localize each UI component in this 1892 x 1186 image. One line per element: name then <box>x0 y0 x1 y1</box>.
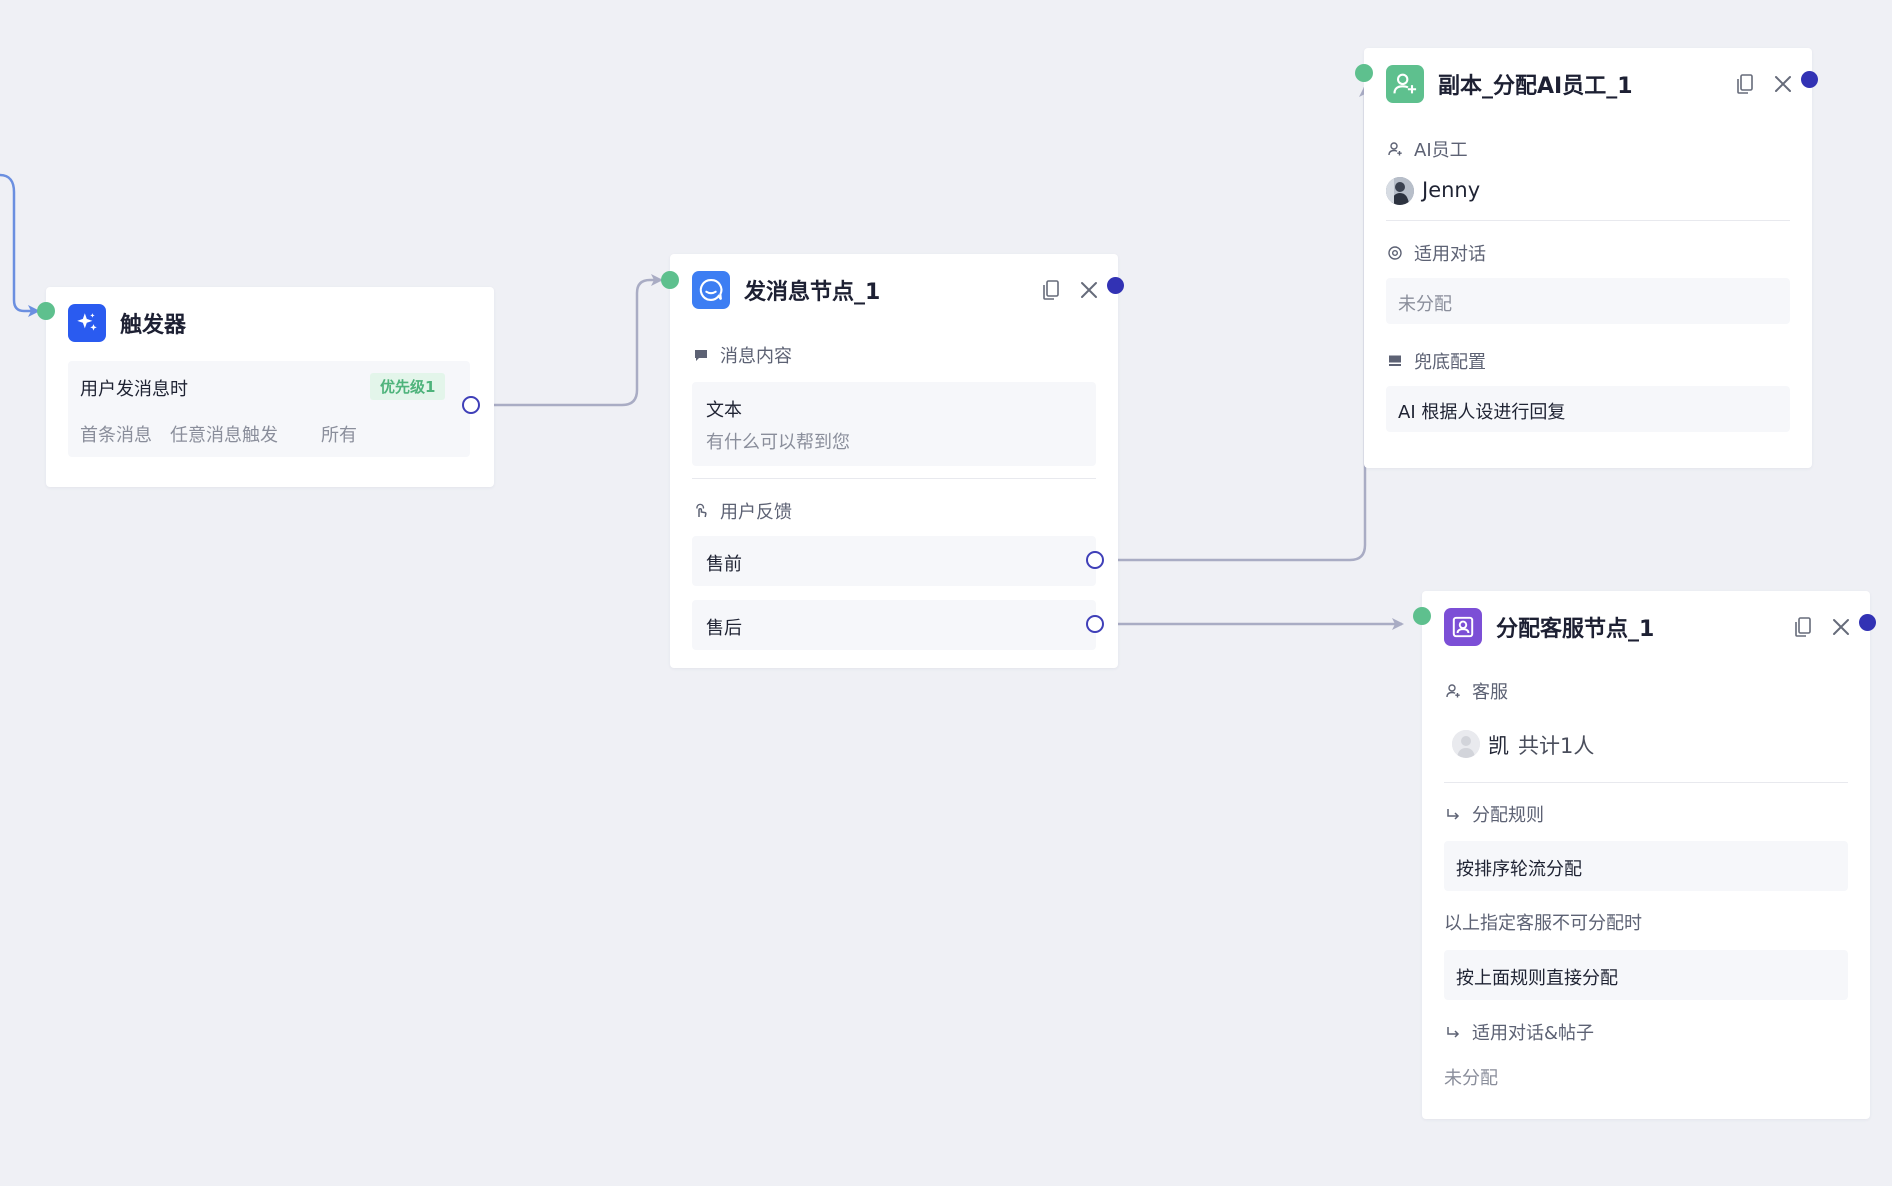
dialog-scope-value: 未分配 <box>1398 294 1452 315</box>
trigger-input-port[interactable] <box>37 302 55 320</box>
copy-icon[interactable] <box>1734 73 1756 95</box>
divider <box>1444 782 1848 783</box>
presale-output-port[interactable] <box>1086 551 1104 569</box>
ai-employee-name: Jenny <box>1422 178 1481 202</box>
agent-count: 共计1人 <box>1518 734 1595 758</box>
close-icon[interactable] <box>1078 279 1100 301</box>
dialog-scope-label: 适用对话 <box>1386 240 1486 266</box>
fallback-label: 兜底配置 <box>1386 348 1486 374</box>
trigger-condition: 所有 <box>321 425 357 446</box>
return-arrow-icon <box>1444 805 1462 823</box>
message-content-label: 消息内容 <box>692 342 792 368</box>
send-message-header: 发消息节点_1 <box>692 270 1100 310</box>
aftersale-output-port[interactable] <box>1086 615 1104 633</box>
copy-icon[interactable] <box>1792 616 1814 638</box>
edge-presale-to-ai <box>1104 85 1371 562</box>
sparkle-icon <box>68 304 106 342</box>
rule-value: 按排序轮流分配 <box>1456 859 1582 880</box>
trigger-node[interactable]: 触发器 用户发消息时 优先级1 首条消息 任意消息触发 所有 <box>46 287 494 487</box>
assign-cs-header: 分配客服节点_1 <box>1444 607 1852 647</box>
assign-cs-node[interactable]: 分配客服节点_1 客服 凯 共计1人 分配规则 按排序轮流分配 以上指定客服不可… <box>1422 591 1870 1119</box>
assign-ai-node[interactable]: 副本_分配AI员工_1 AI员工 Jenny 适用对话 未分配 兜底配置 AI … <box>1364 48 1812 468</box>
send-message-node[interactable]: 发消息节点_1 消息内容 文本 有什么可以帮到您 用户反馈 售前 售后 <box>670 254 1118 668</box>
trigger-header: 触发器 <box>68 303 476 343</box>
send-message-input-port[interactable] <box>661 271 679 289</box>
divider <box>692 478 1096 479</box>
return-arrow-icon <box>1444 1023 1462 1041</box>
assign-cs-title: 分配客服节点_1 <box>1496 617 1655 642</box>
trigger-output-port[interactable] <box>462 396 480 414</box>
priority-badge: 优先级1 <box>370 373 446 400</box>
message-text: 有什么可以帮到您 <box>706 432 850 453</box>
fallback-card[interactable]: AI 根据人设进行回复 <box>1386 386 1790 432</box>
agent-label: 客服 <box>1444 678 1508 704</box>
trigger-event-card[interactable]: 用户发消息时 优先级1 首条消息 任意消息触发 所有 <box>68 361 470 457</box>
person-add-icon <box>1386 65 1424 103</box>
unavailable-value: 按上面规则直接分配 <box>1456 968 1618 989</box>
tap-icon <box>692 502 710 520</box>
rule-card[interactable]: 按排序轮流分配 <box>1444 841 1848 891</box>
message-icon <box>692 346 710 364</box>
person-badge-icon <box>1444 608 1482 646</box>
rule-label: 分配规则 <box>1444 801 1544 827</box>
message-type: 文本 <box>706 400 742 421</box>
feedback-option-presale[interactable]: 售前 <box>692 536 1096 586</box>
option-label: 售前 <box>706 554 742 575</box>
scope-label: 适用对话&帖子 <box>1444 1019 1594 1045</box>
send-message-title: 发消息节点_1 <box>744 280 881 305</box>
close-icon[interactable] <box>1830 616 1852 638</box>
fallback-value: AI 根据人设进行回复 <box>1398 402 1566 423</box>
assign-cs-output-port[interactable] <box>1859 614 1876 631</box>
ai-employee-label: AI员工 <box>1386 136 1468 162</box>
chat-bubble-icon <box>692 271 730 309</box>
message-content-card[interactable]: 文本 有什么可以帮到您 <box>692 382 1096 466</box>
assign-ai-title: 副本_分配AI员工_1 <box>1438 74 1633 99</box>
send-message-output-port[interactable] <box>1107 277 1124 294</box>
edge-incoming-trigger <box>0 173 40 317</box>
divider <box>1386 220 1790 221</box>
scope-value: 未分配 <box>1444 1068 1498 1089</box>
target-icon <box>1386 244 1404 262</box>
assign-ai-output-port[interactable] <box>1801 71 1818 88</box>
close-icon[interactable] <box>1772 73 1794 95</box>
person-icon <box>1386 140 1404 158</box>
assign-ai-header: 副本_分配AI员工_1 <box>1386 64 1794 104</box>
unavailable-text: 以上指定客服不可分配时 <box>1444 913 1642 934</box>
agent-avatar <box>1452 730 1480 758</box>
trigger-condition: 首条消息 <box>80 425 152 446</box>
flag-icon <box>1386 352 1404 370</box>
assign-ai-input-port[interactable] <box>1355 64 1373 82</box>
trigger-event: 用户发消息时 <box>80 379 188 400</box>
dialog-scope-card[interactable]: 未分配 <box>1386 278 1790 324</box>
agent-name: 凯 <box>1488 734 1509 758</box>
feedback-option-aftersale[interactable]: 售后 <box>692 600 1096 650</box>
trigger-condition: 任意消息触发 <box>170 425 278 446</box>
person-icon <box>1444 682 1462 700</box>
copy-icon[interactable] <box>1040 279 1062 301</box>
user-feedback-label: 用户反馈 <box>692 498 792 524</box>
edge-trigger-to-message <box>480 274 663 407</box>
unavailable-card[interactable]: 按上面规则直接分配 <box>1444 950 1848 1000</box>
option-label: 售后 <box>706 618 742 639</box>
jenny-avatar <box>1386 177 1414 205</box>
trigger-title: 触发器 <box>120 313 187 338</box>
assign-cs-input-port[interactable] <box>1413 607 1431 625</box>
